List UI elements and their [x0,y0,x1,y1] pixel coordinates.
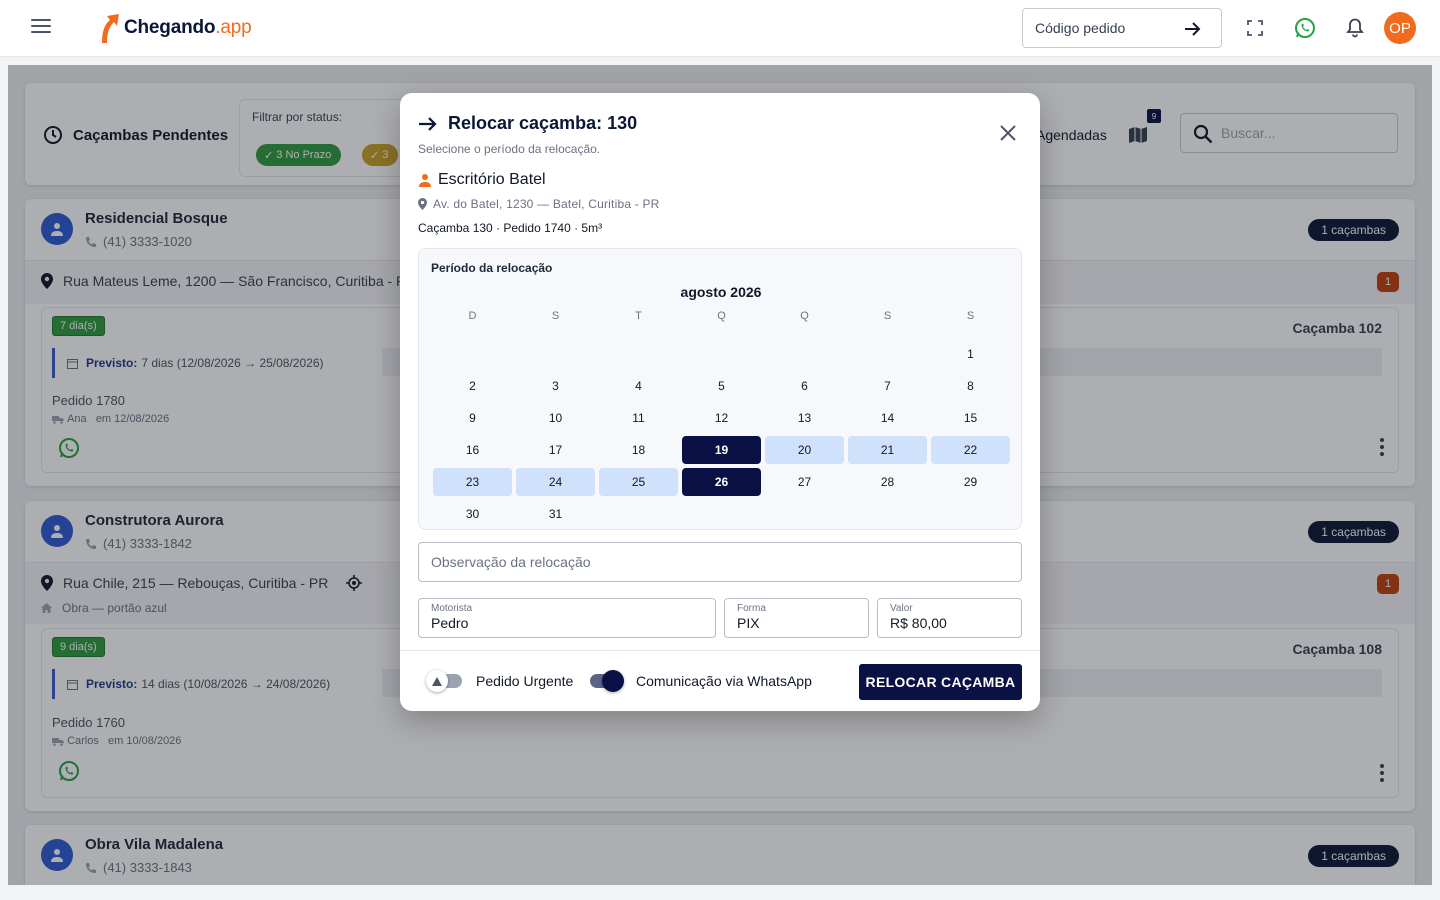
calendar-day-19[interactable]: 19 [682,436,761,464]
order-code-input[interactable]: Código pedido [1022,8,1222,48]
calendar-day-30[interactable]: 30 [433,500,512,528]
menu-icon[interactable] [31,19,51,35]
calendar-day-18[interactable]: 18 [599,436,678,464]
calendar-label: Período da relocação [431,261,553,275]
logo[interactable]: Chegando.app [96,12,252,44]
whatsapp-icon[interactable] [1293,16,1317,40]
location-pin-icon [418,198,427,210]
calendar-day-26[interactable]: 26 [682,468,761,496]
calendar-day-1[interactable]: 1 [931,340,1010,368]
calendar-day-2[interactable]: 2 [433,372,512,400]
calendar-grid: D S T Q Q S S 1 2 3 4 5 6 7 8 9 10 11 12 13 14 15 16 17 18 19 20 21… [431,306,1012,530]
driver-value: Pedro [431,615,469,631]
calendar-empty-cell [431,338,514,370]
logo-arrow-icon [102,14,119,43]
observation-placeholder: Observação da relocação [431,554,591,570]
weekday-header: S [966,310,975,322]
person-icon [419,174,431,187]
calendar-day-13[interactable]: 13 [765,404,844,432]
driver-label: Motorista [431,603,473,614]
calendar-day-8[interactable]: 8 [931,372,1010,400]
calendar-day-7[interactable]: 7 [848,372,927,400]
weekday-header: S [883,310,892,322]
calendar-empty-cell [597,338,680,370]
calendar-day-21[interactable]: 21 [848,436,927,464]
calendar-day-27[interactable]: 27 [765,468,844,496]
calendar-day-31[interactable]: 31 [516,500,595,528]
date-range-calendar: Período da relocação agosto 2026 D S T Q Q S S… [418,248,1022,530]
calendar-empty-cell [514,338,597,370]
calendar-day-23[interactable]: 23 [433,468,512,496]
value-label: Valor [890,603,913,614]
whatsapp-toggle[interactable]: Comunicação via WhatsApp [590,670,812,692]
dialog-meta: Caçamba 130 · Pedido 1740 · 5m³ [418,221,603,235]
notification-bell-icon[interactable] [1343,16,1367,40]
calendar-day-24[interactable]: 24 [516,468,595,496]
urgent-label: Pedido Urgente [476,673,574,689]
dialog-address: Av. do Batel, 1230 — Batel, Curitiba - P… [418,197,660,211]
user-avatar[interactable]: OP [1384,12,1416,44]
calendar-day-6[interactable]: 6 [765,372,844,400]
order-code-placeholder: Código pedido [1035,20,1126,36]
value-field[interactable]: Valor R$ 80,00 [877,598,1022,638]
top-bar: Chegando.app Código pedido OP [0,0,1440,57]
driver-field[interactable]: Motorista Pedro [418,598,716,638]
calendar-day-28[interactable]: 28 [848,468,927,496]
whatsapp-toggle-knob [602,670,624,692]
urgent-toggle-track [426,670,462,692]
observation-input[interactable]: Observação da relocação [418,542,1022,582]
arrow-right-icon[interactable] [1183,19,1203,39]
calendar-day-17[interactable]: 17 [516,436,595,464]
logo-text: Chegando.app [124,17,252,38]
dialog-client: Escritório Batel [418,171,546,189]
calendar-day-5[interactable]: 5 [682,372,761,400]
urgent-toggle[interactable]: Pedido Urgente [426,670,574,692]
calendar-empty-cell [680,338,763,370]
calendar-day-14[interactable]: 14 [848,404,927,432]
calendar-day-22[interactable]: 22 [931,436,1010,464]
weekday-header: S [551,310,560,322]
close-icon[interactable] [1000,125,1016,141]
calendar-day-9[interactable]: 9 [433,404,512,432]
calendar-day-15[interactable]: 15 [931,404,1010,432]
warning-icon [426,670,448,692]
dialog-footer: Pedido Urgente Comunicação via WhatsApp … [400,650,1040,711]
calendar-day-20[interactable]: 20 [765,436,844,464]
calendar-month: agosto 2026 [680,284,762,300]
calendar-empty-cell [763,338,846,370]
weekday-header: Q [717,310,726,322]
value-amount: R$ 80,00 [890,615,947,631]
calendar-day-11[interactable]: 11 [599,404,678,432]
calendar-day-12[interactable]: 12 [682,404,761,432]
weekday-header: D [468,310,477,322]
dialog-subtitle: Selecione o período da relocação. [418,142,601,156]
payment-value: PIX [737,615,760,631]
dialog-title: Relocar caçamba: 130 [418,113,637,134]
calendar-day-3[interactable]: 3 [516,372,595,400]
calendar-day-4[interactable]: 4 [599,372,678,400]
weekday-header: Q [800,310,809,322]
calendar-empty-cell [846,338,929,370]
calendar-day-29[interactable]: 29 [931,468,1010,496]
fullscreen-icon[interactable] [1243,16,1267,40]
payment-method-field[interactable]: Forma PIX [724,598,869,638]
calendar-day-16[interactable]: 16 [433,436,512,464]
payment-label: Forma [737,603,766,614]
whatsapp-label: Comunicação via WhatsApp [636,673,812,689]
whatsapp-toggle-track [590,670,624,692]
calendar-day-10[interactable]: 10 [516,404,595,432]
arrow-right-icon [419,116,437,131]
weekday-header: T [635,310,642,322]
relocate-submit-button[interactable]: RELOCAR CAÇAMBA [859,664,1022,700]
relocate-dialog: Relocar caçamba: 130 Selecione o período… [400,93,1040,711]
calendar-day-25[interactable]: 25 [599,468,678,496]
